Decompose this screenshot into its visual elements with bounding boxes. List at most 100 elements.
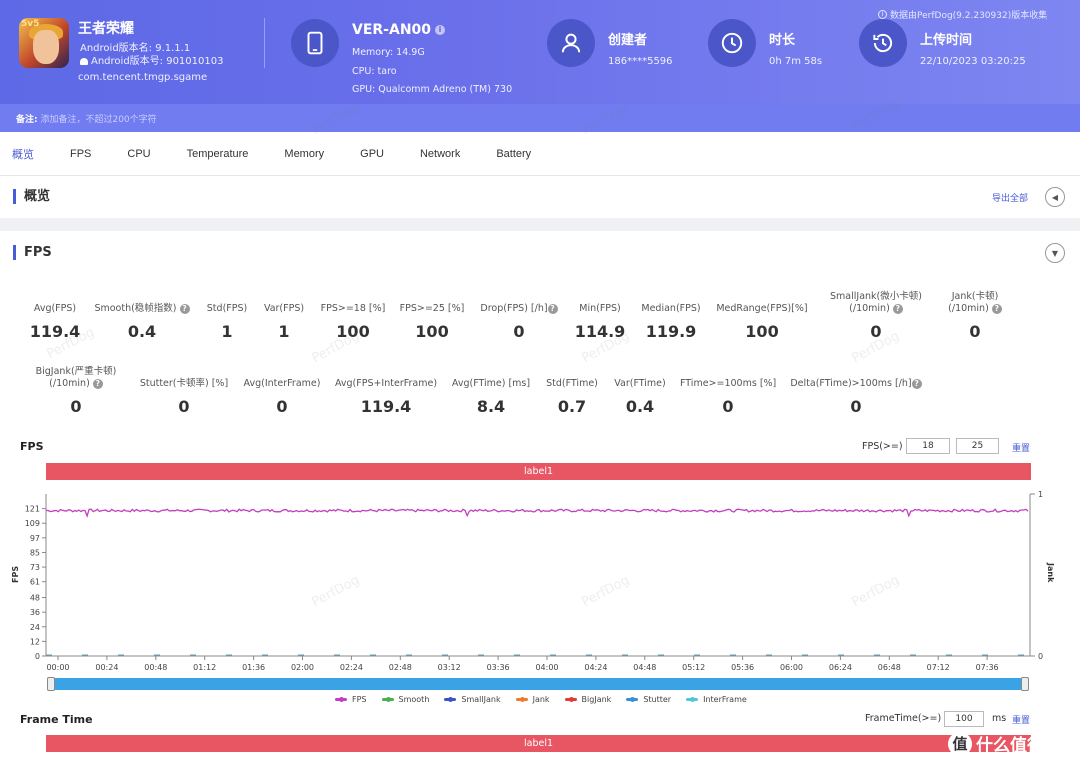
frametime-label-bar[interactable]: label1 xyxy=(46,735,1031,752)
slider-handle-left[interactable] xyxy=(47,677,55,691)
x-tick-label: 00:24 xyxy=(95,663,118,672)
clock-icon xyxy=(708,19,756,67)
android-version-name: Android版本名: 9.1.1.1 xyxy=(80,43,191,54)
fps-reset-link[interactable]: 重置 xyxy=(1012,441,1030,454)
x-tick-label: 04:00 xyxy=(535,663,558,672)
app-icon: 5v5 xyxy=(19,18,69,68)
tab-network[interactable]: Network xyxy=(420,148,460,160)
legend-item-bigjank[interactable]: BigJank xyxy=(564,695,612,704)
user-icon xyxy=(547,19,595,67)
help-icon[interactable]: ? xyxy=(991,304,1002,314)
stat-medrange-fps: MedRange(FPS)[%] 100 xyxy=(716,303,808,341)
x-tick-label: 06:00 xyxy=(780,663,803,672)
help-icon[interactable]: ? xyxy=(92,379,103,389)
help-icon[interactable]: ? xyxy=(547,304,558,314)
android-version-code: Android版本号: 901010103 xyxy=(91,56,224,67)
legend-label: FPS xyxy=(352,695,367,704)
legend-label: InterFrame xyxy=(703,695,747,704)
x-tick-label: 01:36 xyxy=(242,663,265,672)
fps-label-bar[interactable]: label1 xyxy=(46,463,1031,480)
fps-line-chart: 0 12 24 36 48 61 73 85 97 109 121 1 0 FPS Jank 00:00 00:… xyxy=(11,490,1055,672)
app-version-info: Android版本名: 9.1.1.1 Android版本号: 90101010… xyxy=(80,42,223,68)
chevron-down-icon[interactable]: ▼ xyxy=(1045,243,1065,263)
overview-title: 概览 xyxy=(13,189,50,204)
y-tick-label: 121 xyxy=(25,505,40,514)
stat-var-fps: Var(FPS) 1 xyxy=(263,303,305,341)
stat-drop-fps: Drop(FPS) [/h]? 0 xyxy=(479,303,559,341)
slider-handle-right[interactable] xyxy=(1021,677,1029,691)
y-tick-label: 24 xyxy=(30,623,40,632)
fps-threshold-input-2[interactable]: 25 xyxy=(956,438,999,454)
legend-swatch xyxy=(626,696,639,702)
history-icon xyxy=(859,19,907,67)
x-tick-label: 02:00 xyxy=(291,663,314,672)
collapse-left-icon[interactable]: ◀ xyxy=(1045,187,1065,207)
tab-battery[interactable]: Battery xyxy=(496,148,531,160)
tab-overview[interactable]: 概览 xyxy=(12,146,34,162)
fps-chart-title: FPS xyxy=(20,440,44,453)
help-icon[interactable]: ? xyxy=(892,304,903,314)
source-note: i 数据由PerfDog(9.2.230932)版本收集 xyxy=(878,8,1047,21)
tab-cpu[interactable]: CPU xyxy=(127,148,150,160)
legend-item-stutter[interactable]: Stutter xyxy=(626,695,671,704)
legend-item-fps[interactable]: FPS xyxy=(335,695,367,704)
android-icon xyxy=(80,58,88,65)
chart-legend: FPS Smooth SmallJank Jank BigJank Stutter Inte… xyxy=(335,695,747,704)
y-tick-label: 36 xyxy=(30,608,40,617)
x-tick-label: 06:48 xyxy=(878,663,901,672)
stat-avg-fps-interframe: Avg(FPS+InterFrame) 119.4 xyxy=(334,378,438,416)
legend-label: BigJank xyxy=(581,695,612,704)
tab-fps[interactable]: FPS xyxy=(70,148,91,160)
legend-label: Smooth xyxy=(398,695,430,704)
legend-swatch xyxy=(335,696,347,702)
stat-median-fps: Median(FPS) 119.9 xyxy=(641,303,701,341)
device-cpu: CPU: taro xyxy=(352,65,397,77)
y-tick-label: 109 xyxy=(25,519,40,528)
info-icon: i xyxy=(878,10,887,19)
stat-fps-ge-25: FPS>=25 [%] 100 xyxy=(399,303,465,341)
frametime-title: Frame Time xyxy=(20,713,93,726)
legend-item-interframe[interactable]: InterFrame xyxy=(686,695,747,704)
tab-memory[interactable]: Memory xyxy=(284,148,324,160)
y-tick-label: 12 xyxy=(30,637,40,646)
device-gpu: GPU: Qualcomm Adreno (TM) 730 xyxy=(352,84,513,95)
y2-tick-label: 1 xyxy=(1038,490,1043,499)
stat-min-fps: Min(FPS) 114.9 xyxy=(574,303,626,341)
frametime-unit: ms xyxy=(992,713,1007,724)
y-tick-label: 48 xyxy=(30,594,40,603)
x-tick-label: 00:00 xyxy=(46,663,69,672)
creator-title: 创建者 xyxy=(608,33,648,48)
tab-gpu[interactable]: GPU xyxy=(360,148,384,160)
x-tick-label: 06:24 xyxy=(829,663,852,672)
tab-temperature[interactable]: Temperature xyxy=(187,148,249,160)
device-memory: Memory: 14.9G xyxy=(352,47,425,58)
legend-swatch xyxy=(686,696,699,702)
device-name: VER-AN00 i xyxy=(352,22,446,38)
help-icon[interactable]: ? xyxy=(911,379,922,389)
frametime-threshold-label: FrameTime(>=) xyxy=(865,713,942,724)
x-tick-label: 03:36 xyxy=(487,663,510,672)
fps-threshold-label: FPS(>=) xyxy=(862,441,903,452)
x-tick-label: 01:12 xyxy=(193,663,216,672)
time-range-slider[interactable] xyxy=(47,677,1029,691)
phone-icon xyxy=(291,19,339,67)
help-icon[interactable]: ? xyxy=(179,304,190,314)
frametime-reset-link[interactable]: 重置 xyxy=(1012,713,1030,726)
info-icon[interactable]: i xyxy=(435,25,446,35)
device-meta: Memory: 14.9G CPU: taro GPU: Qualcomm Ad… xyxy=(352,44,512,100)
tab-bar: 概览 FPS CPU Temperature Memory GPU Networ… xyxy=(0,132,1080,176)
stat-std-ftime: Std(FTime) 0.7 xyxy=(546,378,598,416)
fps-threshold-input-1[interactable]: 18 xyxy=(906,438,950,454)
legend-item-jank[interactable]: Jank xyxy=(515,695,550,704)
frametime-threshold-input[interactable]: 100 xyxy=(944,711,984,727)
export-all-link[interactable]: 导出全部 xyxy=(992,191,1028,204)
y-tick-label: 97 xyxy=(30,534,40,543)
app-icon-badge: 5v5 xyxy=(21,19,40,29)
note-label: 备注: xyxy=(16,115,38,125)
note-input[interactable]: 添加备注，不超过200个字符 xyxy=(40,115,156,125)
legend-item-smooth[interactable]: Smooth xyxy=(381,695,430,704)
upload-value: 22/10/2023 03:20:25 xyxy=(920,56,1026,67)
legend-item-smalljank[interactable]: SmallJank xyxy=(444,695,501,704)
fps-series-line xyxy=(45,508,1029,518)
report-header: 5v5 王者荣耀 Android版本名: 9.1.1.1 Android版本号:… xyxy=(0,0,1080,104)
